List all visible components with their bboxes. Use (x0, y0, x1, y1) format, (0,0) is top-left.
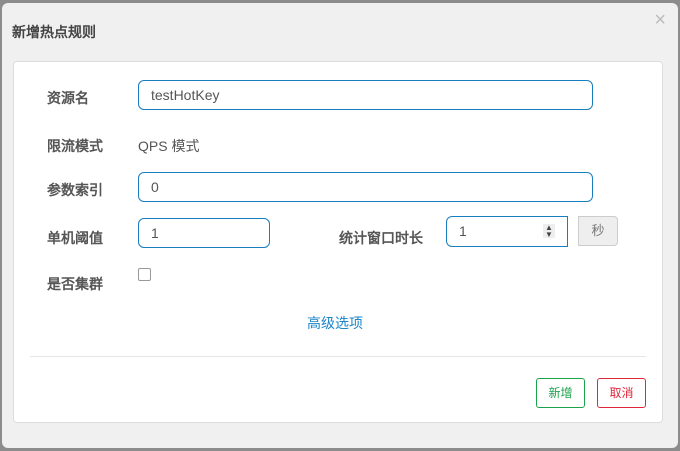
dialog-title: 新增热点规则 (12, 24, 96, 40)
param-index-input[interactable]: 0 (138, 172, 593, 202)
cluster-label: 是否集群 (47, 276, 103, 292)
divider (30, 356, 646, 357)
mode-value: QPS 模式 (138, 138, 200, 154)
cluster-checkbox[interactable] (138, 268, 151, 281)
mode-label: 限流模式 (47, 138, 103, 154)
add-hotspot-rule-dialog: 新增热点规则 × 资源名 testHotKey 限流模式 QPS 模式 参数索引… (2, 3, 678, 448)
window-unit: 秒 (578, 216, 618, 246)
form-panel: 资源名 testHotKey 限流模式 QPS 模式 参数索引 0 单机阈值 1… (13, 61, 663, 423)
resource-input[interactable]: testHotKey (138, 80, 593, 110)
resource-label: 资源名 (47, 90, 89, 106)
close-icon[interactable]: × (654, 9, 666, 32)
cancel-button[interactable]: 取消 (597, 378, 646, 408)
spinner-icon[interactable]: ▲ ▼ (543, 224, 555, 239)
window-label: 统计窗口时长 (339, 230, 423, 246)
advanced-options-link[interactable]: 高级选项 (307, 313, 363, 333)
window-value: 1 (459, 223, 467, 239)
window-input[interactable]: 1 ▲ ▼ (446, 216, 568, 247)
param-index-label: 参数索引 (47, 182, 103, 198)
threshold-input[interactable]: 1 (138, 218, 270, 248)
add-button[interactable]: 新增 (536, 378, 585, 408)
threshold-label: 单机阈值 (47, 230, 103, 246)
